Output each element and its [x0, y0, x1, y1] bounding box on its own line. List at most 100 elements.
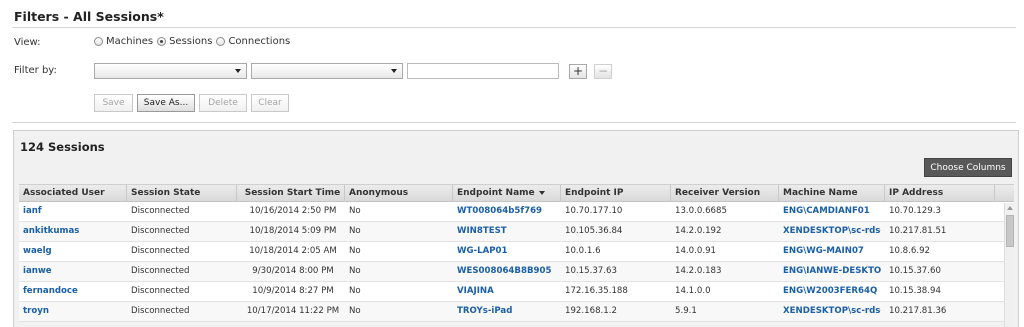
cell-session-state: Disconnected	[131, 246, 190, 256]
cell-endpoint-name[interactable]: VIAJINA	[453, 282, 561, 301]
section-divider	[12, 122, 1016, 123]
column-header-label: Receiver Version	[675, 188, 761, 198]
cell-machine-name[interactable]: XENDESKTOP\sc-rds-ar26-(	[779, 222, 881, 241]
cell-receiver-version: 13.0.0.6685	[675, 206, 727, 216]
cell-endpoint-ip: 192.168.1.2	[565, 306, 617, 316]
radio-sessions-label[interactable]: Sessions	[169, 36, 212, 47]
cell-endpoint-ip: 10.0.1.6	[565, 246, 601, 256]
column-header-label: Session Start Time	[244, 188, 341, 198]
radio-connections[interactable]: Connections	[216, 36, 290, 47]
table-row[interactable]: troyn Disconnected 10/17/2014 11:22 PM No TR…	[19, 302, 1014, 322]
cell-ip-address: 10.217.81.36	[889, 306, 947, 316]
filter-operator-select[interactable]	[251, 63, 403, 79]
cell-ip-address: 10.70.129.3	[889, 206, 941, 216]
column-header-label: Session State	[131, 188, 201, 198]
cell-session-state: Disconnected	[131, 206, 190, 216]
table-row[interactable]: ianwe Disconnected 9/30/2014 8:00 PM No WES0…	[19, 262, 1014, 282]
cell-session-start-time: 9/30/2014 8:00 PM	[252, 266, 334, 276]
cell-session-state: Disconnected	[131, 226, 190, 236]
cell-associated-user[interactable]: fernandoce	[19, 282, 127, 301]
cell-machine-name[interactable]: ENG\IANWE-DESKTOP	[779, 262, 881, 281]
cell-receiver-version: 14.1.0.0	[675, 286, 711, 296]
cell-session-start-time: 10/18/2014 2:05 AM	[249, 246, 337, 256]
view-label: View:	[14, 37, 41, 48]
cell-endpoint-ip: 172.16.35.188	[565, 286, 628, 296]
add-filter-button[interactable]: +	[569, 64, 587, 79]
column-header-endpoint-name[interactable]: Endpoint Name	[453, 185, 561, 202]
column-header-receiver-version[interactable]: Receiver Version	[671, 185, 779, 202]
remove-filter-button[interactable]: −	[594, 64, 612, 79]
filter-label: Filter by:	[14, 65, 57, 76]
cell-anonymous: No	[349, 286, 361, 296]
cell-associated-user[interactable]: ianf	[19, 202, 127, 221]
cell-associated-user[interactable]: ankitkumas	[19, 222, 127, 241]
radio-machines[interactable]: Machines	[94, 36, 153, 47]
cell-endpoint-ip: 10.15.37.63	[565, 266, 617, 276]
cell-endpoint-name[interactable]: WG-LAP01	[453, 242, 561, 261]
radio-machines-label[interactable]: Machines	[106, 36, 153, 47]
cell-session-start-time: 10/16/2014 2:50 PM	[249, 206, 337, 216]
cell-anonymous: No	[349, 266, 361, 276]
cell-receiver-version: 14.2.0.183	[675, 266, 722, 276]
table-row[interactable]: ianf Disconnected 10/16/2014 2:50 PM No WT00…	[19, 202, 1014, 222]
radio-sessions[interactable]: Sessions	[157, 36, 212, 47]
cell-receiver-version: 14.2.0.192	[675, 226, 722, 236]
cell-associated-user[interactable]: waelg	[19, 242, 127, 261]
vertical-scrollbar[interactable]	[1004, 203, 1014, 327]
filter-value-input[interactable]	[407, 63, 559, 79]
column-header-anonymous[interactable]: Anonymous	[345, 185, 453, 202]
column-header-session-start-time[interactable]: Session Start Time	[237, 185, 345, 202]
scroll-thumb[interactable]	[1006, 215, 1014, 247]
chevron-down-icon	[391, 69, 397, 73]
cell-anonymous: No	[349, 226, 361, 236]
cell-ip-address: 10.15.38.94	[889, 286, 941, 296]
column-header-label: Anonymous	[349, 188, 409, 198]
delete-button[interactable]: Delete	[199, 94, 247, 112]
table-row[interactable]: ankitkumas Disconnected 10/18/2014 5:09 PM…	[19, 222, 1014, 242]
cell-session-start-time: 10/18/2014 5:09 PM	[249, 226, 337, 236]
radio-machines-dot[interactable]	[94, 37, 103, 46]
title-divider	[12, 27, 1016, 28]
sort-descending-icon	[538, 190, 545, 195]
clear-button[interactable]: Clear	[251, 94, 289, 112]
sessions-panel: 124 Sessions Choose Columns Associated U…	[13, 130, 1019, 327]
radio-connections-label[interactable]: Connections	[228, 36, 290, 47]
choose-columns-button[interactable]: Choose Columns	[924, 158, 1012, 177]
sessions-count-title: 124 Sessions	[20, 140, 105, 154]
cell-machine-name[interactable]: ENG\CAMDIANF01	[779, 202, 881, 221]
cell-anonymous: No	[349, 206, 361, 216]
radio-connections-dot[interactable]	[216, 37, 226, 46]
column-header-label: Endpoint IP	[565, 188, 624, 198]
cell-machine-name[interactable]: XENDESKTOP\sc-rds-ar26-(	[779, 302, 881, 321]
column-header-associated-user[interactable]: Associated User	[19, 185, 127, 202]
column-header-label: Machine Name	[783, 188, 858, 198]
column-header-label: IP Address	[889, 188, 944, 198]
cell-anonymous: No	[349, 246, 361, 256]
column-header-ip-address[interactable]: IP Address	[885, 185, 995, 202]
table-header: Associated User Session State Session Star…	[19, 184, 1014, 202]
save-button[interactable]: Save	[94, 94, 133, 112]
column-header-label: Endpoint Name	[457, 188, 535, 198]
cell-session-state: Disconnected	[131, 286, 190, 296]
cell-machine-name[interactable]: ENG\WG-MAIN07	[779, 242, 881, 261]
cell-receiver-version: 14.0.0.91	[675, 246, 717, 256]
cell-machine-name[interactable]: ENG\W2003FER64Q	[779, 282, 881, 301]
cell-receiver-version: 5.9.1	[675, 306, 697, 316]
cell-endpoint-name[interactable]: WES008064B8B905	[453, 262, 561, 281]
cell-endpoint-name[interactable]: WIN8TEST	[453, 222, 561, 241]
save-as-button[interactable]: Save As...	[137, 94, 195, 112]
radio-sessions-dot[interactable]	[157, 37, 167, 46]
cell-associated-user[interactable]: troyn	[19, 302, 127, 321]
cell-endpoint-name[interactable]: WT008064b5f769	[453, 202, 561, 221]
column-header-session-state[interactable]: Session State	[127, 185, 237, 202]
table-row[interactable]: waelg Disconnected 10/18/2014 2:05 AM No WG-…	[19, 242, 1014, 262]
cell-session-state: Disconnected	[131, 306, 190, 316]
cell-endpoint-name[interactable]: TROYs-iPad	[453, 302, 561, 321]
scroll-up-icon[interactable]	[1007, 206, 1013, 210]
table-row[interactable]: fernandoce Disconnected 10/9/2014 8:27 PM N…	[19, 282, 1014, 302]
column-header-endpoint-ip[interactable]: Endpoint IP	[561, 185, 671, 202]
cell-session-state: Disconnected	[131, 266, 190, 276]
filter-field-select[interactable]	[94, 63, 247, 79]
cell-associated-user[interactable]: ianwe	[19, 262, 127, 281]
column-header-machine-name[interactable]: Machine Name	[779, 185, 885, 202]
